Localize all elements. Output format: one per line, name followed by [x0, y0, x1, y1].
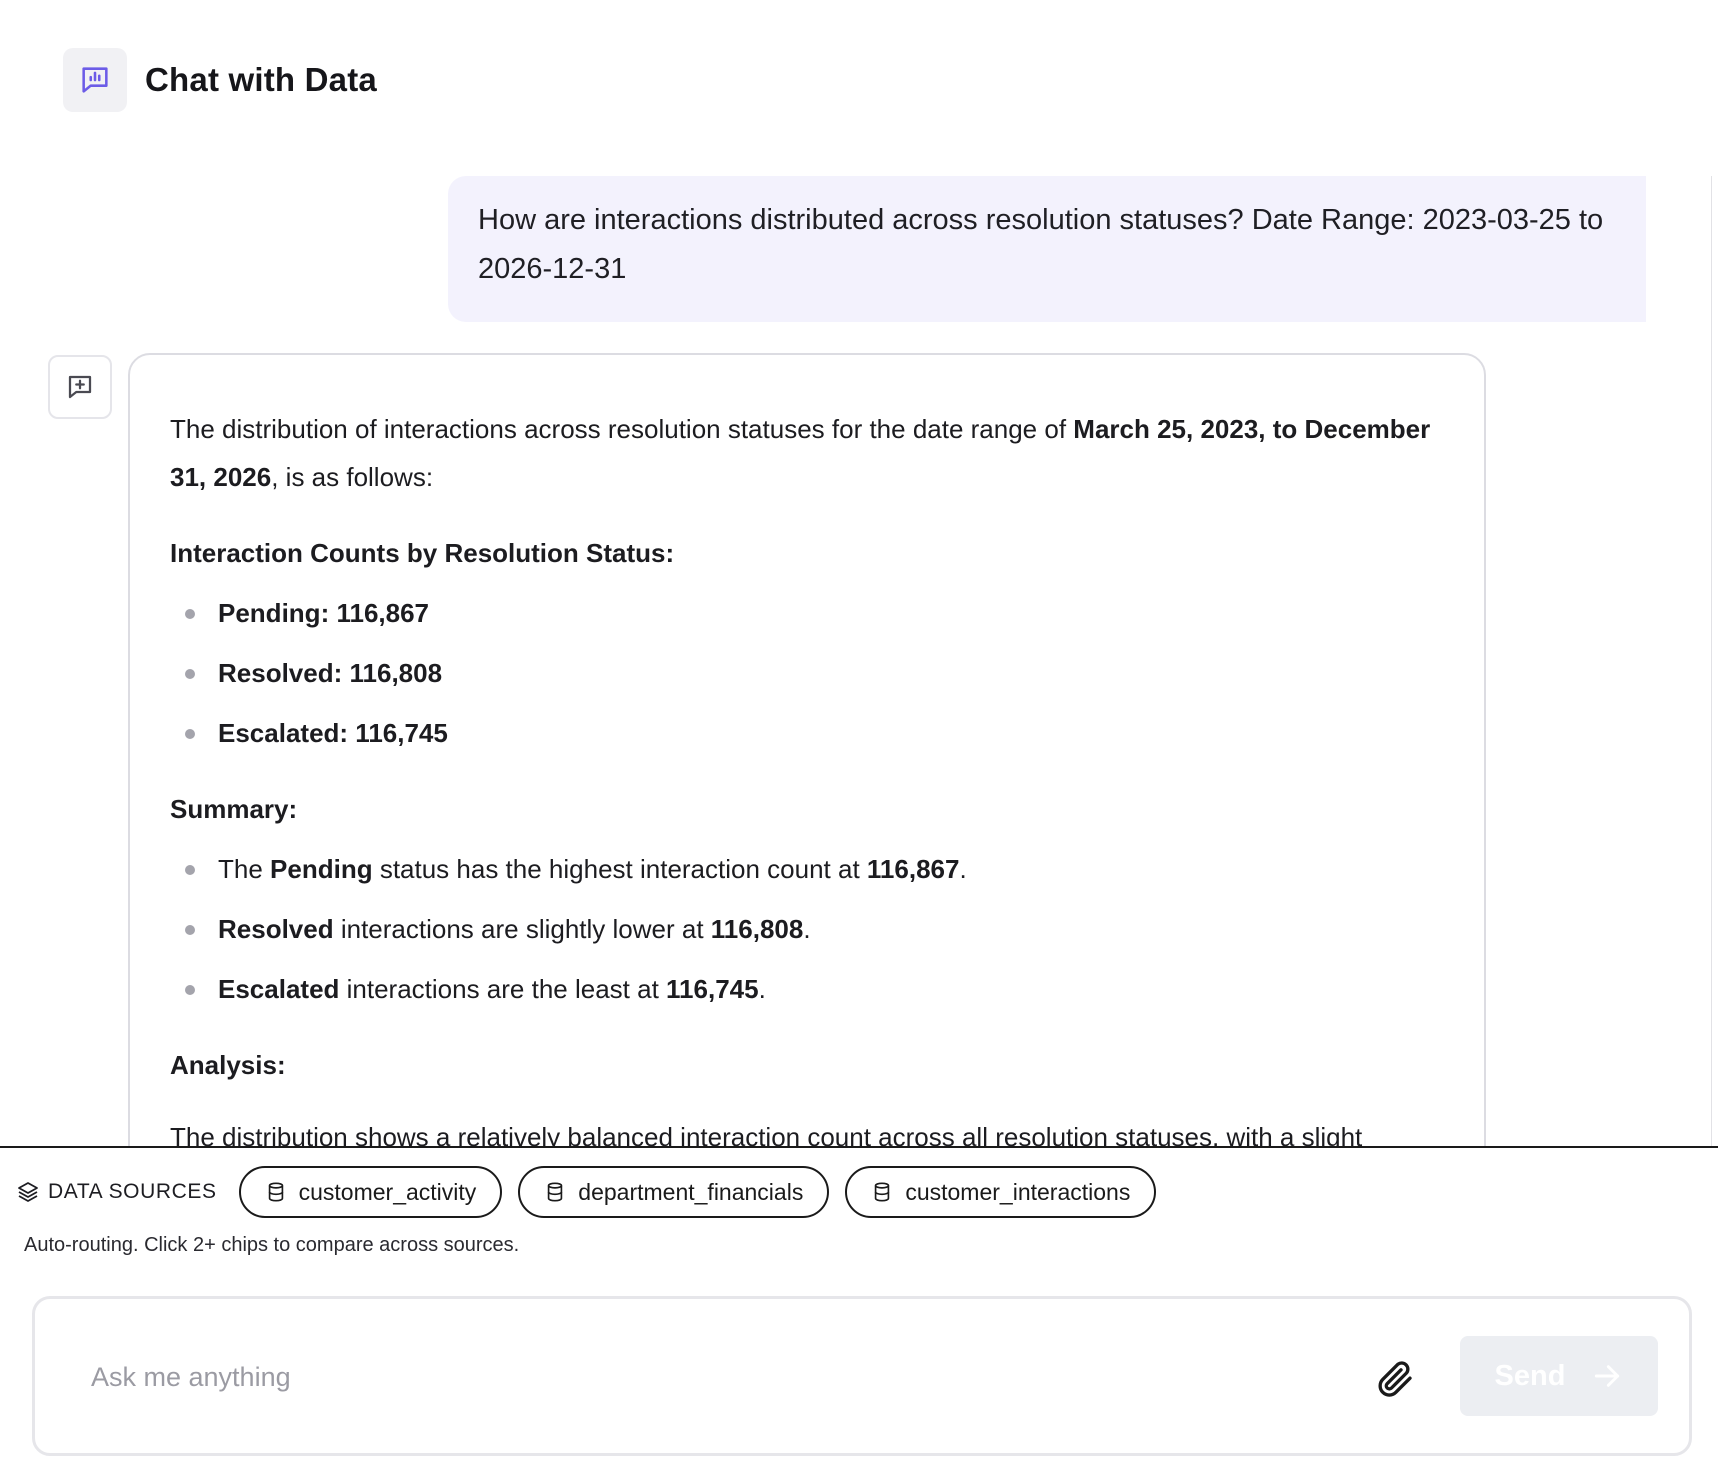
data-sources-label: DATA SOURCES	[16, 1180, 217, 1204]
list-item: Pending: 116,867	[170, 589, 1444, 637]
data-sources-row: DATA SOURCES customer_activity departmen…	[16, 1166, 1172, 1218]
list-item: Resolved interactions are slightly lower…	[170, 905, 1444, 953]
counts-list: Pending: 116,867 Resolved: 116,808 Escal…	[170, 589, 1444, 757]
analysis-text: The distribution shows a relatively bala…	[170, 1122, 1363, 1146]
list-item: Escalated: 116,745	[170, 709, 1444, 757]
analysis-heading: Analysis:	[170, 1050, 286, 1080]
counts-heading: Interaction Counts by Resolution Status:	[170, 538, 675, 568]
chip-label: customer_activity	[298, 1178, 477, 1205]
app-root: Chat with Data How are interactions dist…	[0, 0, 1718, 1484]
data-sources-text: DATA SOURCES	[48, 1180, 217, 1203]
database-icon	[268, 1182, 283, 1202]
answer-intro: The distribution of interactions across …	[170, 405, 1444, 501]
send-button[interactable]: Send	[1460, 1336, 1658, 1416]
summary-heading: Summary:	[170, 794, 298, 824]
app-title: Chat with Data	[145, 61, 377, 98]
paperclip-icon	[1378, 1361, 1412, 1397]
database-icon	[875, 1182, 890, 1202]
scrollbar-track[interactable]	[1711, 176, 1712, 1146]
composer: Send	[32, 1296, 1692, 1456]
list-item: Resolved: 116,808	[170, 649, 1444, 697]
message-plus-icon	[68, 375, 92, 399]
user-message: How are interactions distributed across …	[448, 176, 1646, 322]
routing-hint: Auto-routing. Click 2+ chips to compare …	[24, 1234, 520, 1256]
header: Chat with Data	[63, 48, 377, 112]
database-icon	[548, 1182, 563, 1202]
source-chip-customer-activity[interactable]: customer_activity	[238, 1166, 503, 1218]
source-chip-department-financials[interactable]: department_financials	[518, 1166, 830, 1218]
chip-label: department_financials	[578, 1178, 804, 1205]
source-chip-customer-interactions[interactable]: customer_interactions	[845, 1166, 1157, 1218]
intro-suffix: , is as follows:	[271, 462, 434, 492]
chart-bubble-icon	[63, 48, 127, 112]
chip-label: customer_interactions	[905, 1178, 1131, 1205]
intro-text: The distribution of interactions across …	[170, 414, 1074, 444]
assistant-answer: The distribution of interactions across …	[128, 353, 1486, 1146]
bottom-panel: DATA SOURCES customer_activity departmen…	[0, 1146, 1718, 1484]
attach-button[interactable]	[1365, 1351, 1425, 1407]
list-item: Escalated interactions are the least at …	[170, 965, 1444, 1013]
send-label: Send	[1494, 1359, 1566, 1392]
list-item: The Pending status has the highest inter…	[170, 845, 1444, 893]
arrow-right-icon	[1595, 1365, 1620, 1387]
layers-icon	[18, 1182, 38, 1202]
new-chat-button[interactable]	[48, 355, 112, 419]
summary-list: The Pending status has the highest inter…	[170, 845, 1444, 1013]
chat-area[interactable]: How are interactions distributed across …	[0, 150, 1718, 1146]
chat-input[interactable]	[91, 1349, 1191, 1405]
